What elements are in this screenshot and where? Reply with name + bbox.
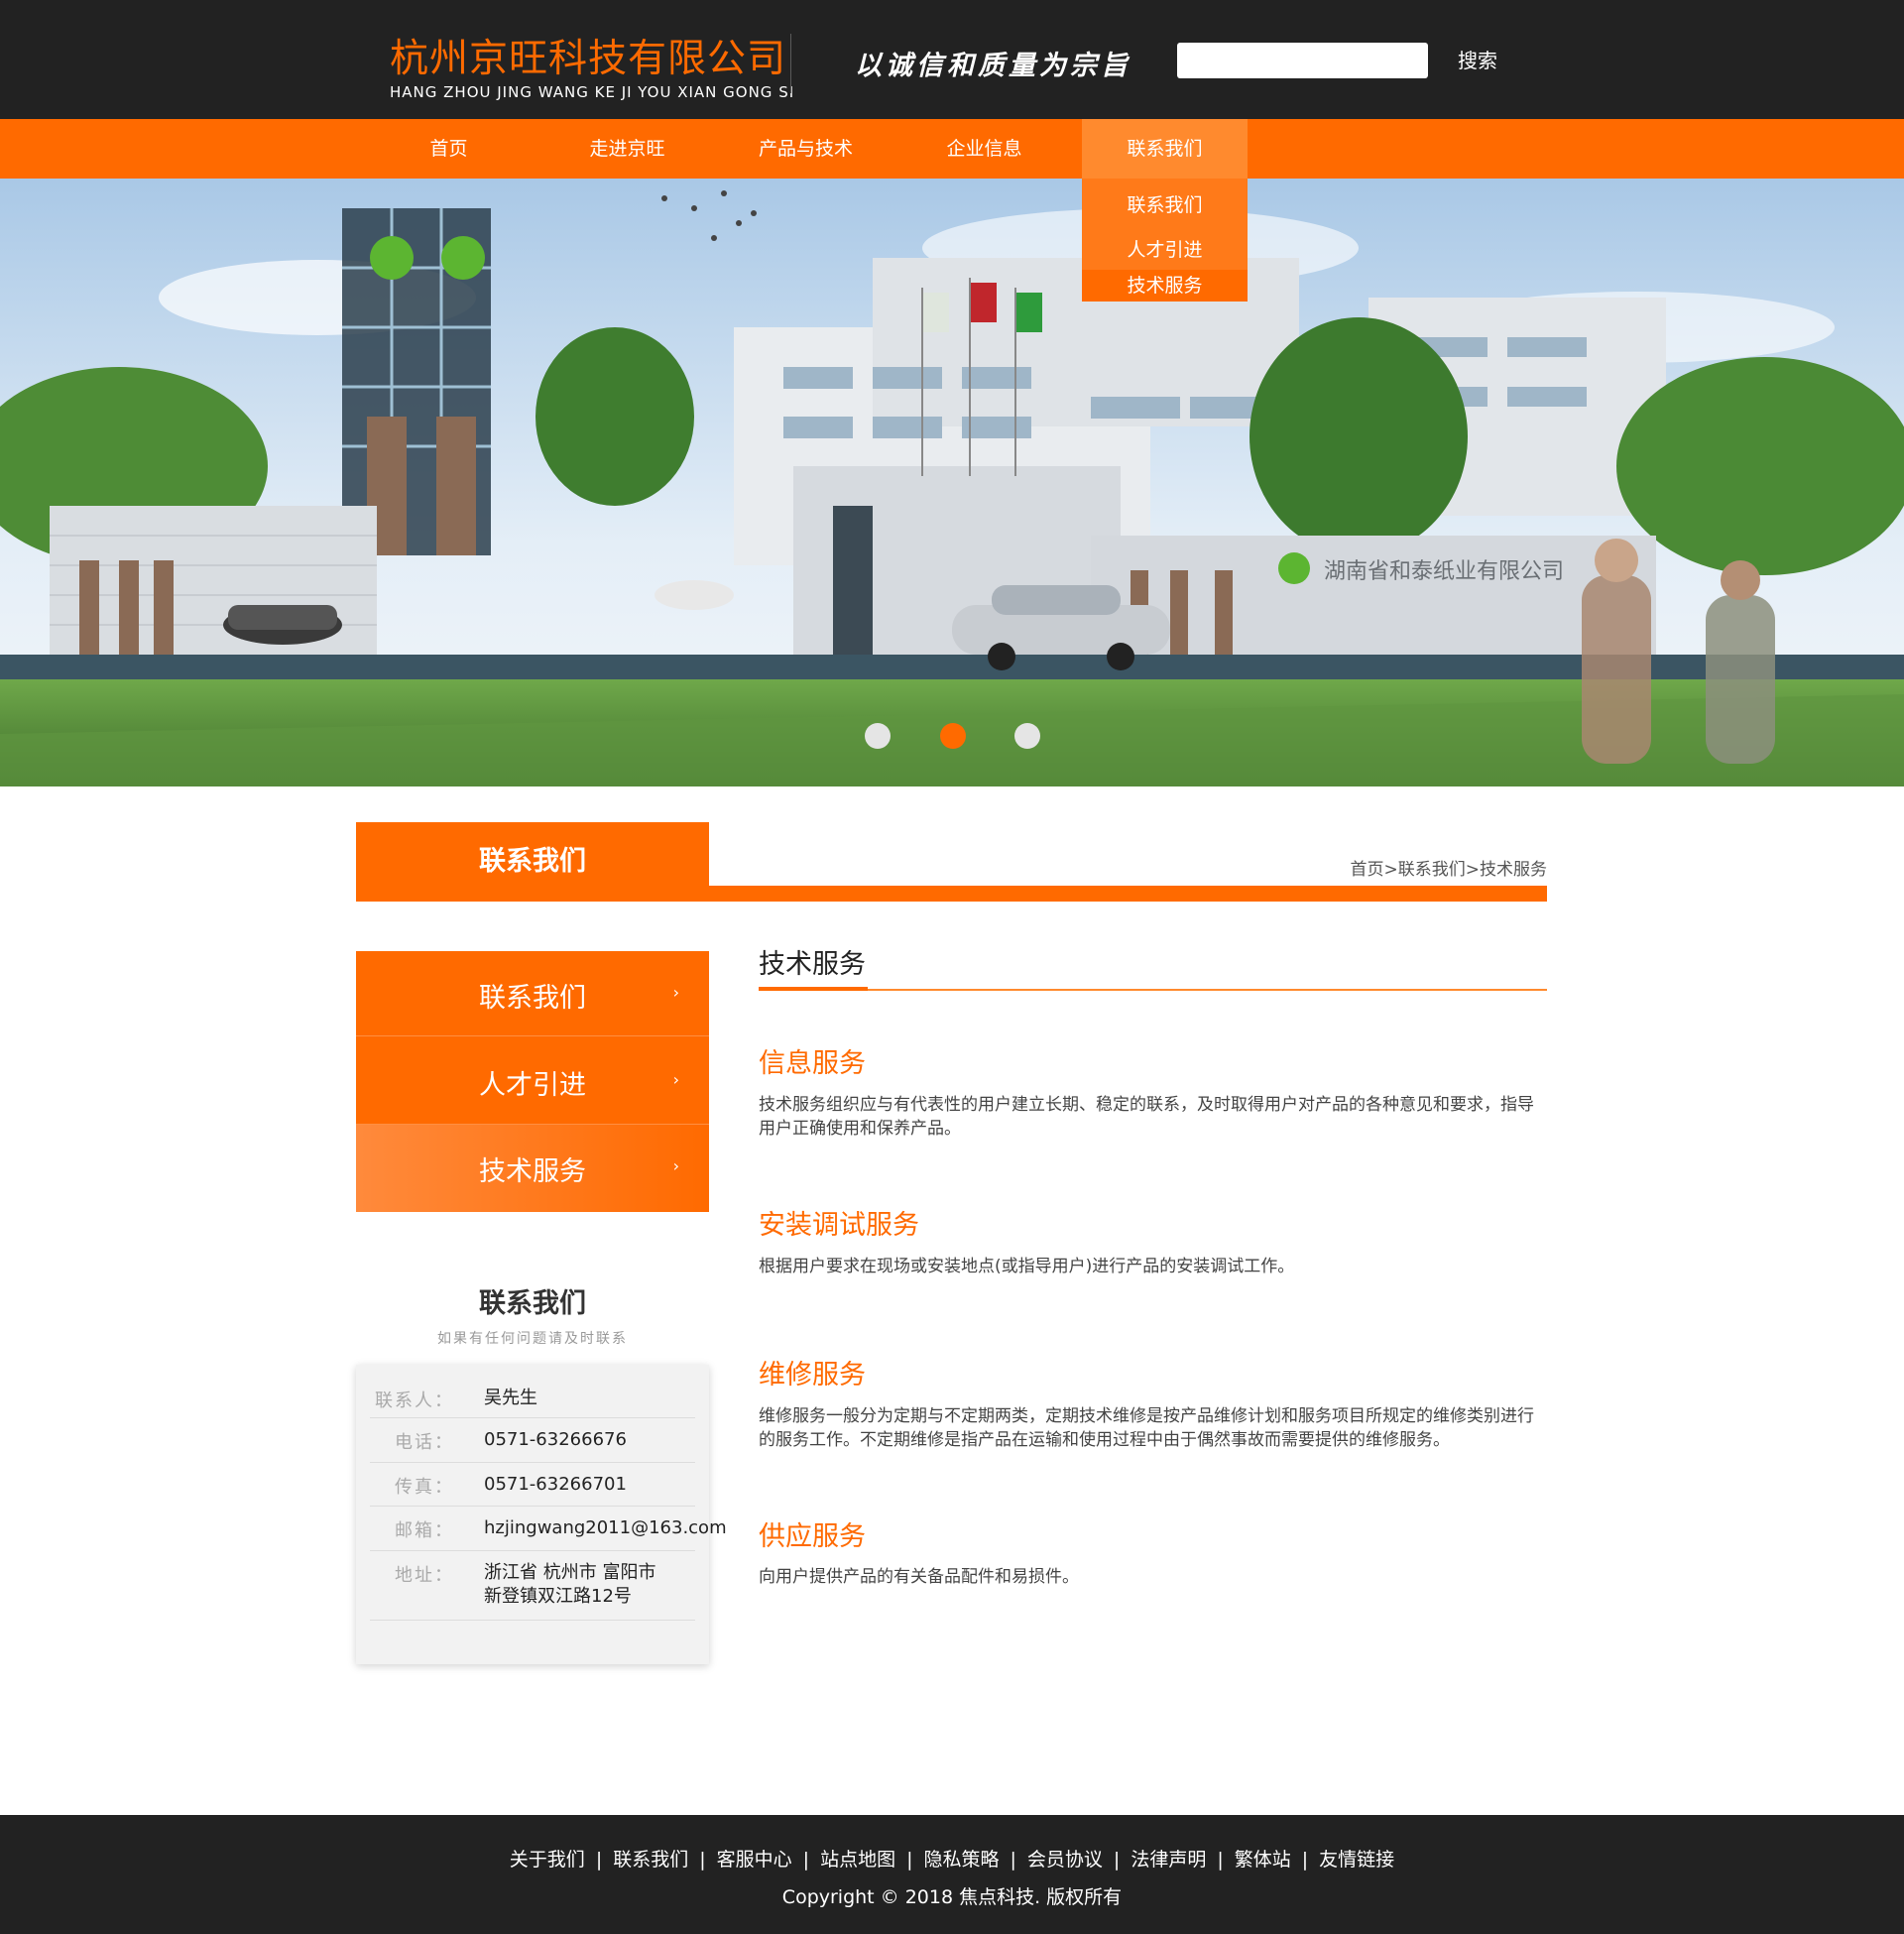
section-body-supply: 向用户提供产品的有关备品配件和易损件。: [759, 1567, 1079, 1587]
contact-key: 邮箱：: [395, 1520, 454, 1541]
contact-row-phone: 电话： 0571-63266676: [370, 1418, 695, 1463]
footer-sep: |: [1113, 1849, 1121, 1871]
slider-dot-3[interactable]: [1014, 723, 1040, 749]
contact-fax: 0571-63266701: [484, 1474, 627, 1495]
footer-sep: |: [595, 1849, 603, 1871]
footer-sep: |: [1010, 1849, 1016, 1871]
chevron-right-icon: ›: [672, 983, 679, 1002]
section-tab-title: 联系我们: [356, 822, 709, 902]
footer-copyright: Copyright © 2018 焦点科技. 版权所有: [781, 1886, 1123, 1908]
footer-link-agreement[interactable]: 会员协议: [1027, 1849, 1103, 1871]
contact-key: 传真：: [395, 1477, 454, 1498]
nav-item-contact[interactable]: 联系我们: [1082, 119, 1248, 179]
section-heading-info: 信息服务: [759, 1048, 866, 1079]
dropdown-item-tech-service[interactable]: 技术服务: [1082, 270, 1248, 302]
footer-link-privacy[interactable]: 隐私策略: [923, 1849, 999, 1871]
contact-key: 联系人：: [375, 1390, 454, 1411]
footer-link-service[interactable]: 客服中心: [717, 1849, 792, 1871]
footer-links: 关于我们 | 联系我们 | 客服中心 | 站点地图 | 隐私策略 | 会员协议 | 法律声明 | 繁体站 | 友…: [0, 1845, 1904, 1872]
title-underline: [759, 989, 1547, 991]
footer-link-contact[interactable]: 联系我们: [613, 1849, 688, 1871]
contact-row-fax: 传真： 0571-63266701: [370, 1463, 695, 1507]
header-divider: [790, 34, 791, 93]
section-heading-repair: 维修服务: [759, 1360, 866, 1390]
footer-sep: |: [1217, 1849, 1224, 1871]
footer-sep: |: [699, 1849, 706, 1871]
dropdown-item-contact[interactable]: 联系我们: [1082, 186, 1248, 224]
section-heading-install: 安装调试服务: [759, 1210, 919, 1241]
side-menu-item-tech-service[interactable]: 技术服务 ›: [356, 1125, 709, 1212]
contact-phone[interactable]: 0571-63266676: [484, 1428, 627, 1452]
breadcrumb-home[interactable]: 首页: [1351, 860, 1384, 880]
company-logo-cn[interactable]: 杭州京旺科技有限公司: [390, 28, 786, 83]
building-sign: 湖南省和泰纸业有限公司: [1324, 559, 1564, 584]
breadcrumb-current[interactable]: 技术服务: [1480, 860, 1547, 880]
contact-box-subtitle: 如果有任何问题请及时联系: [437, 1331, 628, 1347]
contact-dropdown-menu: 联系我们 人才引进 技术服务: [1082, 179, 1248, 302]
section-heading-supply: 供应服务: [759, 1521, 866, 1552]
section-body-info: 技术服务组织应与有代表性的用户建立长期、稳定的联系，及时取得用户对产品的各种意见…: [759, 1095, 1534, 1139]
title-underline-accent: [759, 987, 868, 991]
slider-dot-2[interactable]: [940, 723, 966, 749]
footer-sep: |: [802, 1849, 810, 1871]
footer-link-friends[interactable]: 友情链接: [1319, 1849, 1394, 1871]
chevron-right-icon: ›: [672, 1156, 679, 1175]
footer-sep: |: [1301, 1849, 1309, 1871]
side-menu-item-talent[interactable]: 人才引进 ›: [356, 1036, 709, 1124]
side-menu-label: 人才引进: [479, 1070, 586, 1101]
contact-box-title: 联系我们: [479, 1288, 586, 1319]
side-menu-item-contact[interactable]: 联系我们 ›: [356, 951, 709, 1036]
side-menu-label: 联系我们: [479, 983, 586, 1014]
contact-row-address: 地址： 浙江省 杭州市 富阳市 新登镇双江路12号: [370, 1551, 695, 1621]
dropdown-item-talent[interactable]: 人才引进: [1082, 230, 1248, 270]
company-slogan: 以诚信和质量为宗旨: [855, 51, 1131, 81]
footer-link-about[interactable]: 关于我们: [510, 1849, 585, 1871]
footer-link-sitemap[interactable]: 站点地图: [820, 1849, 895, 1871]
company-logo-en: HANG ZHOU JING WANG KE JI YOU XIAN GONG …: [390, 83, 795, 101]
breadcrumb-sep: >: [1383, 860, 1398, 880]
contact-row-person: 联系人： 吴先生: [370, 1379, 695, 1418]
contact-person: 吴先生: [484, 1388, 537, 1408]
footer-link-legal[interactable]: 法律声明: [1130, 1849, 1206, 1871]
search-button[interactable]: 搜索: [1458, 45, 1497, 73]
hero-banner: 湖南省和泰纸业有限公司: [0, 179, 1904, 786]
chevron-right-icon: ›: [672, 1070, 679, 1089]
footer-link-traditional[interactable]: 繁体站: [1235, 1849, 1291, 1871]
breadcrumb-contact[interactable]: 联系我们: [1398, 860, 1466, 880]
footer-sep: |: [906, 1849, 913, 1871]
page-title: 技术服务: [759, 949, 866, 980]
section-body-install: 根据用户要求在现场或安装地点(或指导用户)进行产品的安装调试工作。: [759, 1257, 1295, 1276]
footer: [0, 1815, 1904, 1934]
contact-address-line1: 浙江省 杭州市 富阳市: [484, 1562, 656, 1583]
nav-item-about[interactable]: 走进京旺: [560, 119, 694, 179]
contact-key: 地址：: [395, 1565, 454, 1586]
nav-item-home[interactable]: 首页: [392, 119, 506, 179]
contact-info-box: 联系人： 吴先生 电话： 0571-63266676 传真： 0571-6326…: [356, 1365, 727, 1664]
main-nav: 首页 走进京旺 产品与技术 企业信息 联系我们: [0, 119, 1904, 179]
contact-row-email: 邮箱： hzjingwang2011@163.com: [370, 1507, 727, 1551]
nav-item-company-info[interactable]: 企业信息: [917, 119, 1051, 179]
contact-address-line2: 新登镇双江路12号: [484, 1586, 632, 1607]
search-input[interactable]: [1177, 43, 1428, 78]
banner-illustration: 湖南省和泰纸业有限公司: [0, 179, 1904, 786]
section-body-repair: 维修服务一般分为定期与不定期两类，定期技术维修是按产品维修计划和服务项目所规定的…: [759, 1406, 1534, 1450]
slider-dot-1[interactable]: [865, 723, 891, 749]
breadcrumb: 首页>联系我们>技术服务: [1351, 855, 1548, 880]
nav-item-products[interactable]: 产品与技术: [739, 119, 873, 179]
side-menu-label: 技术服务: [479, 1156, 586, 1187]
contact-key: 电话：: [395, 1432, 454, 1453]
breadcrumb-sep: >: [1465, 860, 1480, 880]
contact-email[interactable]: hzjingwang2011@163.com: [484, 1516, 727, 1540]
